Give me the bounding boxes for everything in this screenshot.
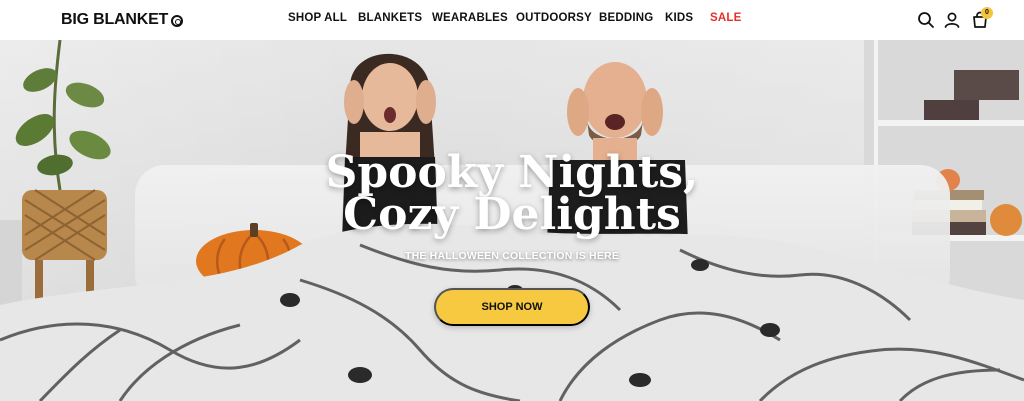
nav-outdoorsy[interactable]: OUTDOORSY — [516, 12, 592, 24]
brand-name: BIG BLANKET — [61, 11, 169, 28]
shop-now-button[interactable]: SHOP NOW — [434, 288, 590, 326]
user-icon[interactable] — [942, 10, 962, 30]
brand-logo[interactable]: BIG BLANKET — [61, 10, 184, 30]
hero-headline-line-2: Cozy Delights — [343, 189, 681, 240]
hero-headline: Spooky Nights, Cozy Delights — [0, 147, 1024, 240]
nav-shop-all[interactable]: SHOP ALL — [288, 12, 347, 24]
hero-headline-line-1: Spooky Nights, — [325, 147, 699, 198]
header-icons: 0 — [874, 0, 1024, 40]
hero-subheading: THE HALLOWEEN COLLECTION IS HERE — [404, 250, 620, 262]
nav-sale[interactable]: SALE — [710, 12, 741, 24]
nav-blankets[interactable]: BLANKETS — [358, 12, 422, 24]
nav-kids[interactable]: KIDS — [665, 12, 693, 24]
nav-wearables[interactable]: WEARABLES — [432, 12, 508, 24]
search-icon[interactable] — [916, 10, 936, 30]
top-navigation: BIG BLANKET SHOP ALL BLANKETS WEARABLES … — [0, 0, 1024, 40]
nav-bedding[interactable]: BEDDING — [599, 12, 653, 24]
hero-banner: Spooky Nights, Cozy Delights THE HALLOWE… — [0, 40, 1024, 401]
cart-count-badge: 0 — [981, 7, 993, 19]
logo-co-icon — [171, 15, 184, 27]
